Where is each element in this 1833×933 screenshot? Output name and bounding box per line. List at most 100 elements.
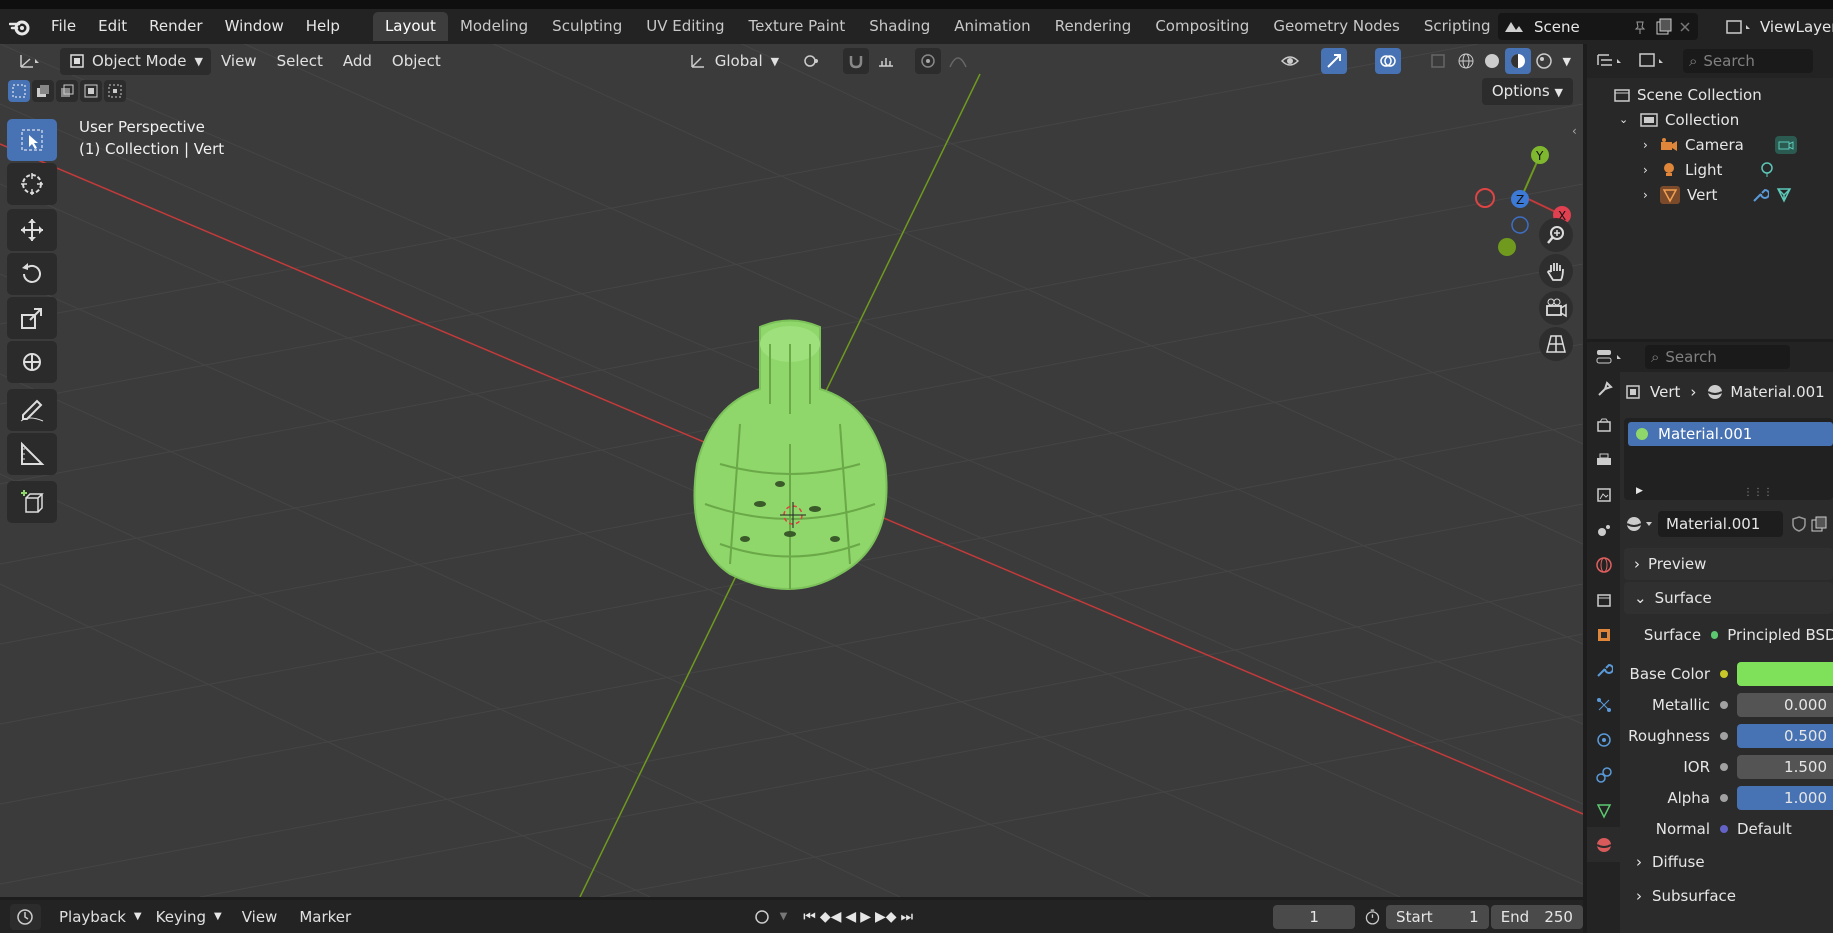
display-mode-icon[interactable]: [1637, 51, 1673, 71]
menu-window[interactable]: Window: [214, 9, 295, 44]
tool-annotate[interactable]: [7, 389, 57, 431]
surface-shader-value[interactable]: Principled BSDF: [1727, 626, 1833, 644]
viewport-menu-add[interactable]: Add: [333, 44, 382, 78]
start-frame-field[interactable]: Start 1: [1386, 904, 1489, 929]
wrench-modifier-icon[interactable]: [1751, 186, 1770, 204]
panel-subsurface[interactable]: › Subsurface: [1624, 880, 1833, 912]
expand-triangle-icon[interactable]: ▶: [1636, 486, 1643, 496]
timeline-menu-marker[interactable]: Marker: [291, 908, 359, 926]
3d-viewport[interactable]: Y X Z Object Mode ▼ View Select Add Obje…: [0, 44, 1583, 897]
tab-collection[interactable]: [1587, 582, 1620, 617]
timeline-menu-view[interactable]: View: [234, 908, 286, 926]
timeline-menu-playback[interactable]: Playback: [51, 908, 134, 926]
mesh-data-icon[interactable]: [1775, 186, 1793, 204]
tab-scripting[interactable]: Scripting: [1412, 12, 1503, 41]
options-dropdown[interactable]: Options ▼: [1481, 78, 1573, 105]
blender-logo-icon[interactable]: [0, 9, 40, 44]
tab-physics[interactable]: [1587, 722, 1620, 757]
timeline-editor-type-button[interactable]: [10, 903, 41, 930]
chevron-right-icon[interactable]: ›: [1643, 163, 1659, 177]
camera-data-icon[interactable]: [1774, 135, 1798, 155]
tab-geometry-nodes[interactable]: Geometry Nodes: [1261, 12, 1412, 41]
outliner-search-input[interactable]: ⌕ Search: [1683, 49, 1813, 73]
panel-surface[interactable]: ⌄ Surface: [1624, 582, 1833, 614]
perspective-toggle-button[interactable]: [1539, 327, 1573, 361]
menu-file[interactable]: File: [40, 9, 87, 44]
alpha-field[interactable]: 1.000: [1737, 785, 1833, 810]
roughness-field[interactable]: 0.500: [1737, 723, 1833, 748]
tab-modifiers[interactable]: [1587, 652, 1620, 687]
viewport-menu-object[interactable]: Object: [382, 44, 451, 78]
tool-scale[interactable]: [7, 297, 57, 339]
outliner-row-camera[interactable]: › Camera: [1587, 132, 1833, 157]
select-subtract-button[interactable]: [56, 80, 78, 102]
light-data-icon[interactable]: [1758, 161, 1776, 179]
viewport-menu-select[interactable]: Select: [267, 44, 333, 78]
shading-rendered[interactable]: [1531, 48, 1557, 74]
scene-selector[interactable]: Scene: [1498, 13, 1698, 40]
tab-view-layer[interactable]: [1587, 477, 1620, 512]
pin-icon[interactable]: [1632, 19, 1648, 35]
outliner-row-collection[interactable]: ⌄ Collection: [1587, 107, 1833, 132]
properties-search-input[interactable]: ⌕ Search: [1645, 345, 1790, 369]
outliner-row-vert[interactable]: › Vert: [1587, 182, 1833, 207]
tab-layout[interactable]: Layout: [372, 12, 448, 41]
tool-transform[interactable]: [7, 341, 57, 383]
tool-move[interactable]: [7, 209, 57, 251]
tab-texture-paint[interactable]: Texture Paint: [736, 12, 857, 41]
base-color-swatch[interactable]: [1737, 661, 1833, 686]
jump-end-icon[interactable]: ⏭: [901, 909, 914, 925]
chevron-left-icon[interactable]: ‹: [1572, 124, 1577, 138]
tab-uv-editing[interactable]: UV Editing: [634, 12, 736, 41]
visibility-eye-icon[interactable]: [1279, 51, 1307, 71]
end-frame-field[interactable]: End 250: [1490, 904, 1583, 929]
prev-keyframe-icon[interactable]: ◆◀: [820, 909, 842, 925]
outliner-row-light[interactable]: › Light: [1587, 157, 1833, 182]
ior-field[interactable]: 1.500: [1737, 754, 1833, 779]
tab-material[interactable]: [1587, 827, 1620, 862]
shading-solid[interactable]: [1479, 48, 1505, 74]
tab-animation[interactable]: Animation: [942, 12, 1042, 41]
new-scene-icon[interactable]: [1654, 17, 1674, 37]
camera-view-button[interactable]: [1539, 291, 1573, 325]
shading-material-preview[interactable]: [1504, 48, 1531, 74]
mesh-object-vert[interactable]: [693, 319, 888, 590]
snap-toggle[interactable]: [843, 48, 870, 74]
gizmo-toggle[interactable]: [1320, 48, 1347, 74]
select-invert-button[interactable]: [80, 80, 102, 102]
select-extend-button[interactable]: [32, 80, 54, 102]
outliner-row-scene-collection[interactable]: Scene Collection: [1587, 82, 1833, 107]
tool-select-box[interactable]: [7, 119, 57, 161]
snap-target-button[interactable]: [873, 48, 899, 74]
material-slot-list[interactable]: Material.001 ▶ ⋮⋮⋮: [1624, 418, 1833, 500]
chevron-right-icon[interactable]: ›: [1643, 188, 1659, 202]
tab-scene[interactable]: [1587, 512, 1620, 547]
chevron-down-icon[interactable]: ⌄: [1619, 113, 1635, 126]
tool-rotate[interactable]: [7, 253, 57, 295]
normal-value[interactable]: Default: [1737, 820, 1792, 838]
tab-data[interactable]: [1587, 792, 1620, 827]
fake-user-shield-icon[interactable]: [1789, 514, 1809, 534]
tab-output[interactable]: [1587, 442, 1620, 477]
proportional-edit-toggle[interactable]: [915, 48, 942, 74]
play-icon[interactable]: ▶: [860, 909, 871, 925]
select-new-button[interactable]: [8, 80, 30, 102]
jump-start-icon[interactable]: ⏮: [803, 909, 816, 925]
menu-help[interactable]: Help: [295, 9, 351, 44]
overlays-toggle[interactable]: [1374, 48, 1401, 74]
pan-button[interactable]: [1539, 254, 1573, 288]
panel-diffuse[interactable]: › Diffuse: [1624, 846, 1833, 878]
chevron-right-icon[interactable]: ›: [1643, 138, 1659, 152]
current-frame-field[interactable]: 1: [1273, 904, 1356, 929]
stopwatch-icon[interactable]: [1363, 906, 1382, 928]
tool-cursor[interactable]: [7, 163, 57, 205]
panel-preview[interactable]: › Preview: [1624, 548, 1833, 580]
next-keyframe-icon[interactable]: ▶◆: [875, 909, 897, 925]
material-slot-item[interactable]: Material.001: [1628, 422, 1833, 446]
menu-render[interactable]: Render: [138, 9, 213, 44]
shading-wireframe[interactable]: [1453, 48, 1479, 74]
tab-render[interactable]: [1587, 407, 1620, 442]
mode-dropdown[interactable]: Object Mode ▼: [60, 47, 211, 75]
select-intersect-button[interactable]: [104, 80, 126, 102]
timeline-menu-keying[interactable]: Keying: [148, 908, 214, 926]
